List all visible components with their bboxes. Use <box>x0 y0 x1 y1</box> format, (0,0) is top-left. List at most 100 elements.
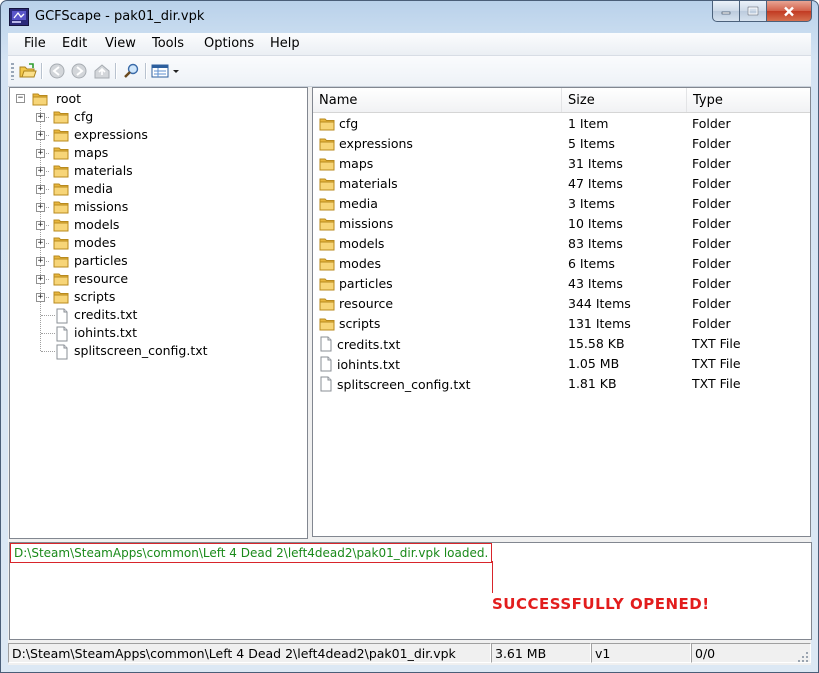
list-item-name: models <box>319 236 384 251</box>
close-button[interactable] <box>767 1 812 22</box>
tree-node-particles[interactable]: + particles <box>10 252 300 270</box>
folder-icon <box>53 272 69 289</box>
list-item[interactable]: expressions 5 Items Folder <box>313 133 810 153</box>
folder-icon <box>53 164 69 181</box>
tree-node-credits-txt[interactable]: credits.txt <box>10 306 300 324</box>
title-bar[interactable]: GCFScape - pak01_dir.vpk <box>1 1 818 33</box>
caption-buttons <box>712 1 812 22</box>
up-button[interactable] <box>93 62 111 80</box>
resize-grip-icon[interactable] <box>797 651 809 663</box>
folder-icon <box>319 197 335 211</box>
horizontal-splitter[interactable] <box>8 537 811 541</box>
minimize-button[interactable] <box>712 1 740 22</box>
list-item-size: 5 Items <box>568 136 615 151</box>
expand-toggle-icon[interactable]: + <box>36 149 45 158</box>
list-item[interactable]: particles 43 Items Folder <box>313 273 810 293</box>
folder-tree[interactable]: − root + cfg + expressions + maps + materials + med… <box>9 87 308 539</box>
expand-toggle-icon[interactable]: + <box>36 131 45 140</box>
list-item-type: Folder <box>692 116 731 131</box>
view-mode-icon <box>151 64 179 78</box>
tree-node-label: media <box>74 181 113 196</box>
folder-icon <box>53 218 69 235</box>
tree-node-resource[interactable]: + resource <box>10 270 300 288</box>
expand-toggle-icon[interactable]: + <box>36 203 45 212</box>
list-item[interactable]: maps 31 Items Folder <box>313 153 810 173</box>
list-item-name-text: scripts <box>339 316 381 331</box>
list-item[interactable]: missions 10 Items Folder <box>313 213 810 233</box>
expand-toggle-icon[interactable]: + <box>36 257 45 266</box>
menu-file[interactable]: File <box>17 36 53 51</box>
expand-toggle-icon[interactable]: + <box>36 167 45 176</box>
back-button[interactable] <box>48 62 66 80</box>
tree-node-materials[interactable]: + materials <box>10 162 300 180</box>
expand-toggle-icon[interactable]: + <box>36 239 45 248</box>
open-button[interactable] <box>19 62 37 80</box>
menu-options[interactable]: Options <box>197 36 261 51</box>
tree-node-missions[interactable]: + missions <box>10 198 300 216</box>
toolbar-grip[interactable] <box>11 63 14 80</box>
list-item[interactable]: splitscreen_config.txt 1.81 KB TXT File <box>313 373 810 393</box>
tree-node-media[interactable]: + media <box>10 180 300 198</box>
list-item[interactable]: iohints.txt 1.05 MB TXT File <box>313 353 810 373</box>
list-item-size: 83 Items <box>568 236 623 251</box>
list-item-name-text: modes <box>339 256 381 271</box>
file-icon <box>319 356 333 372</box>
up-icon <box>94 64 110 79</box>
list-item-size: 344 Items <box>568 296 631 311</box>
maximize-icon <box>747 6 759 16</box>
list-item[interactable]: credits.txt 15.58 KB TXT File <box>313 333 810 353</box>
tree-node-splitscreen-config-txt[interactable]: splitscreen_config.txt <box>10 342 300 360</box>
list-item[interactable]: cfg 1 Item Folder <box>313 113 810 133</box>
tree-node-maps[interactable]: + maps <box>10 144 300 162</box>
tree-node-label: materials <box>74 163 133 178</box>
list-item-name-text: models <box>339 236 385 251</box>
annotation-label: SUCCESSFULLY OPENED! <box>492 595 710 613</box>
collapse-toggle-icon[interactable]: − <box>16 94 25 103</box>
tree-node-iohints-txt[interactable]: iohints.txt <box>10 324 300 342</box>
tree-node-cfg[interactable]: + cfg <box>10 108 300 126</box>
log-console[interactable]: D:\Steam\SteamApps\common\Left 4 Dead 2\… <box>9 542 812 640</box>
search-button[interactable] <box>122 62 140 80</box>
gcfscape-app-icon <box>9 8 29 26</box>
search-icon <box>124 63 139 78</box>
expand-toggle-icon[interactable]: + <box>36 113 45 122</box>
folder-icon <box>53 128 69 145</box>
list-item[interactable]: modes 6 Items Folder <box>313 253 810 273</box>
status-version: v1 <box>591 643 691 663</box>
column-name-header[interactable]: Name <box>313 88 562 112</box>
expand-toggle-icon[interactable]: + <box>36 221 45 230</box>
column-size-header[interactable]: Size <box>562 88 687 112</box>
list-item[interactable]: resource 344 Items Folder <box>313 293 810 313</box>
annotation-connector <box>492 561 493 593</box>
tree-node-models[interactable]: + models <box>10 216 300 234</box>
forward-button[interactable] <box>70 62 88 80</box>
tree-node-scripts[interactable]: + scripts <box>10 288 300 306</box>
list-item[interactable]: materials 47 Items Folder <box>313 173 810 193</box>
menu-edit[interactable]: Edit <box>55 36 94 51</box>
list-item-size: 1 Item <box>568 116 609 131</box>
list-item[interactable]: media 3 Items Folder <box>313 193 810 213</box>
menu-view[interactable]: View <box>98 36 143 51</box>
file-list[interactable]: Name Size Type cfg 1 Item Folder expression… <box>312 87 811 537</box>
tree-node-modes[interactable]: + modes <box>10 234 300 252</box>
view-mode-button[interactable] <box>151 62 181 80</box>
list-item[interactable]: models 83 Items Folder <box>313 233 810 253</box>
menu-tools[interactable]: Tools <box>145 36 191 51</box>
expand-toggle-icon[interactable]: + <box>36 275 45 284</box>
menu-help[interactable]: Help <box>263 36 307 51</box>
tree-node-root[interactable]: − root <box>10 90 300 108</box>
maximize-button[interactable] <box>740 1 767 22</box>
expand-toggle-icon[interactable]: + <box>36 185 45 194</box>
list-item-name: resource <box>319 296 393 311</box>
folder-icon <box>319 217 335 231</box>
list-item-size: 6 Items <box>568 256 615 271</box>
tree-node-expressions[interactable]: + expressions <box>10 126 300 144</box>
list-item-name: scripts <box>319 316 380 331</box>
expand-toggle-icon[interactable]: + <box>36 293 45 302</box>
list-item[interactable]: scripts 131 Items Folder <box>313 313 810 333</box>
list-item-type: Folder <box>692 196 731 211</box>
list-item-type: Folder <box>692 276 731 291</box>
window-title: GCFScape - pak01_dir.vpk <box>35 9 205 24</box>
column-type-header[interactable]: Type <box>687 88 810 112</box>
vertical-splitter[interactable] <box>308 87 311 537</box>
